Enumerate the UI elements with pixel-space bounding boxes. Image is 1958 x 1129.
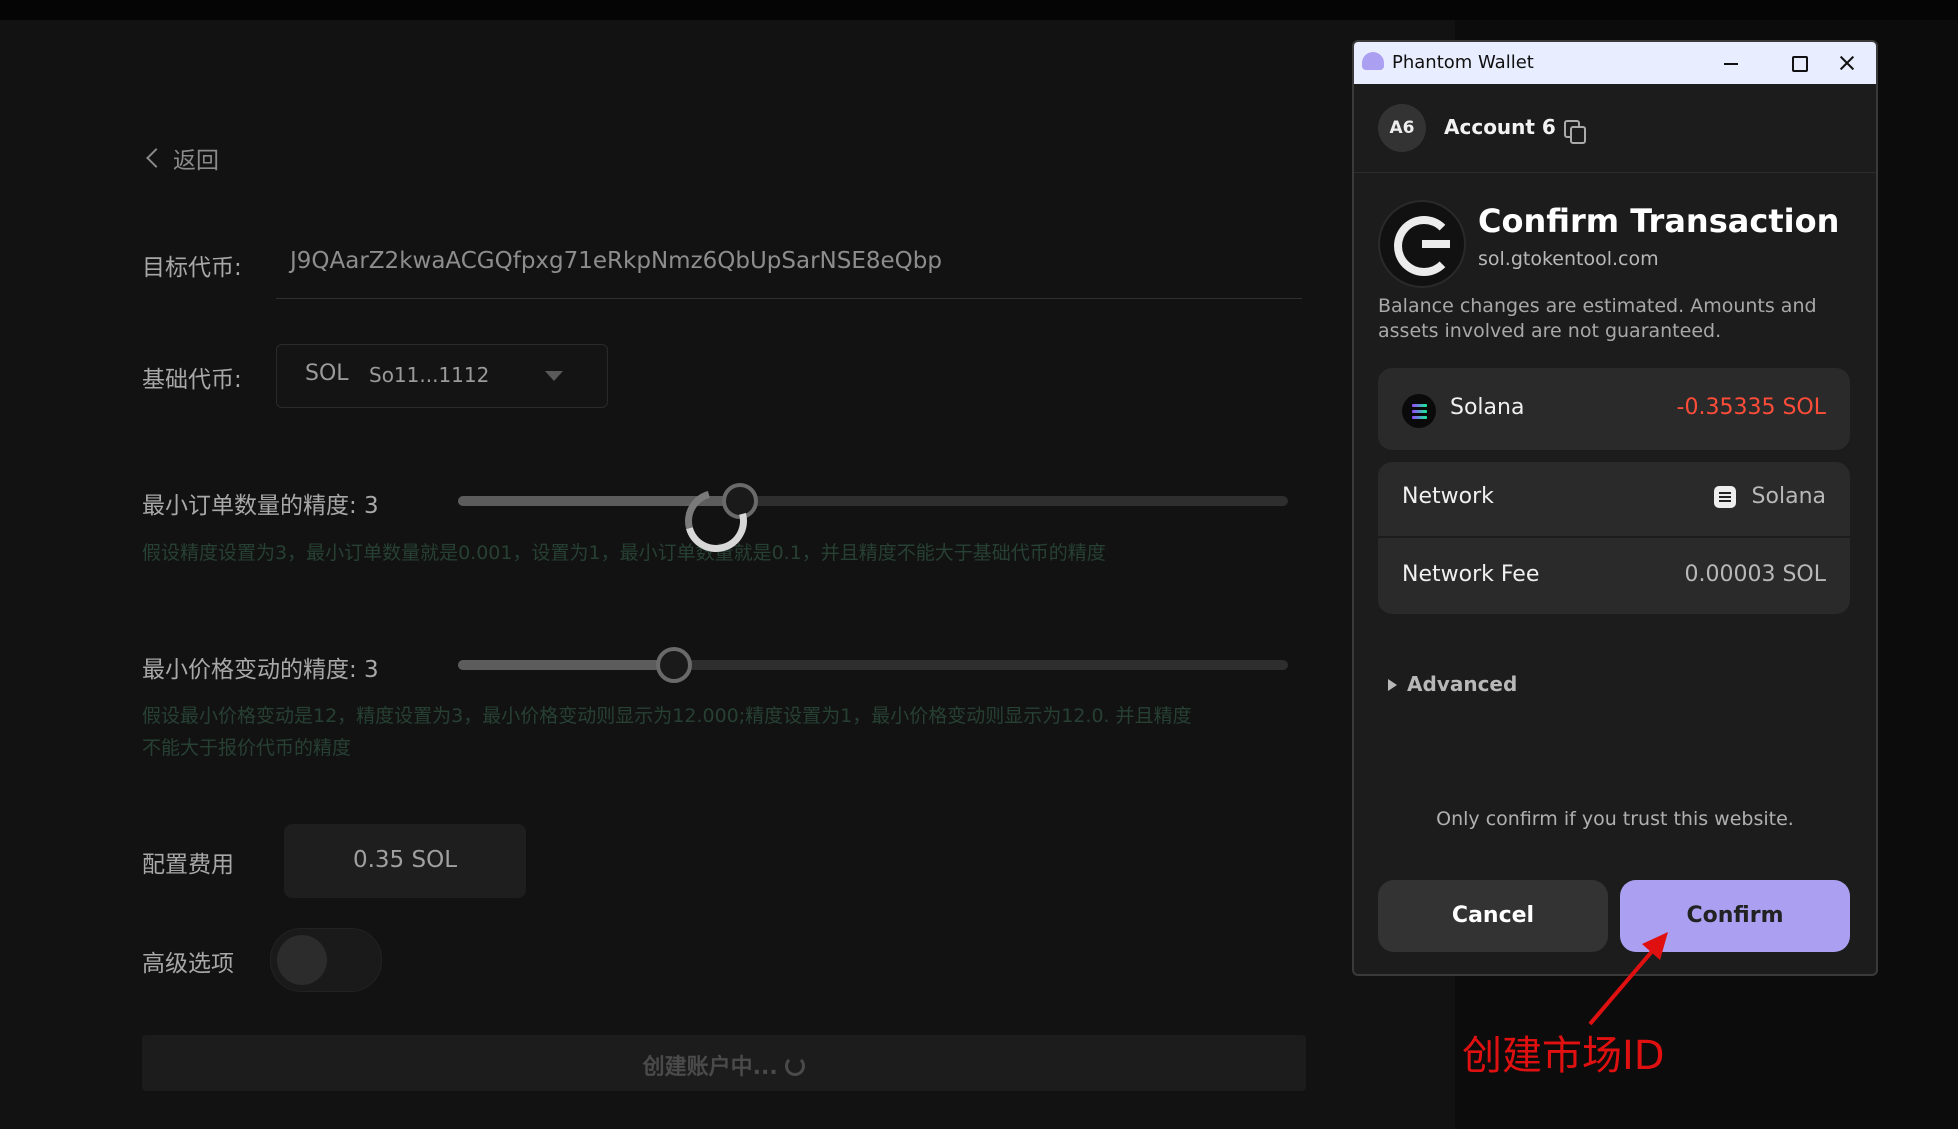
annotation-arrow-icon (1588, 932, 1668, 1026)
base-token-select[interactable]: SOL So11...1112 (276, 344, 608, 408)
copy-icon[interactable] (1564, 120, 1586, 144)
minimize-button[interactable] (1706, 42, 1756, 84)
close-button[interactable] (1822, 42, 1872, 84)
base-token-address: So11...1112 (369, 363, 490, 387)
network-label: Network (1402, 484, 1494, 509)
trust-warning: Only confirm if you trust this website. (1436, 808, 1794, 830)
loading-spinner-small-icon (785, 1056, 806, 1076)
window-titlebar: Phantom Wallet (1354, 42, 1876, 84)
solana-icon (1402, 394, 1436, 428)
maximize-icon (1792, 56, 1808, 72)
balance-change-card: Solana -0.35335 SOL (1378, 368, 1850, 450)
account-avatar: A6 (1378, 104, 1426, 152)
fee-value: 0.35 SOL (352, 847, 458, 873)
site-domain: sol.gtokentool.com (1478, 248, 1659, 270)
network-details-card: Network Solana Network Fee 0.00003 SOL (1378, 462, 1850, 614)
asset-name: Solana (1450, 395, 1525, 420)
base-token-label: 基础代币: (142, 367, 242, 393)
triangle-right-icon (1388, 679, 1397, 691)
asset-change: -0.35335 SOL (1676, 395, 1826, 420)
window-title: Phantom Wallet (1392, 52, 1534, 73)
account-name: Account 6 (1444, 115, 1556, 139)
price-precision-label: 最小价格变动的精度: 3 (142, 657, 379, 683)
advanced-options-toggle[interactable] (270, 928, 382, 992)
advanced-toggle[interactable]: Advanced (1388, 672, 1517, 696)
price-precision-hint-line2: 不能大于报价代币的精度 (142, 737, 352, 759)
toggle-knob (277, 935, 327, 985)
order-precision-label: 最小订单数量的精度: 3 (142, 493, 379, 519)
price-precision-fill (458, 660, 676, 670)
network-fee-value: 0.00003 SOL (1684, 562, 1826, 587)
fee-value-box: 0.35 SOL (284, 824, 526, 898)
phantom-wallet-window: Phantom Wallet A6 Account 6 Confirm Tran… (1352, 40, 1878, 976)
card-divider (1378, 536, 1850, 538)
advanced-options-label: 高级选项 (142, 951, 234, 977)
order-precision-hint: 假设精度设置为3，最小订单数量就是0.001，设置为1，最小订单数量就是0.1，… (142, 542, 1106, 564)
phantom-logo-icon (1362, 52, 1384, 70)
create-account-label: 创建账户中... (142, 1049, 1306, 1081)
annotation-label: 创建市场ID (1462, 1033, 1665, 1079)
back-label: 返回 (173, 148, 219, 174)
order-precision-slider[interactable] (458, 496, 1288, 506)
maximize-button[interactable] (1774, 42, 1824, 84)
price-precision-hint-line1: 假设最小价格变动是12，精度设置为3，最小价格变动则显示为12.000;精度设置… (142, 705, 1192, 727)
confirm-transaction-title: Confirm Transaction (1478, 202, 1840, 240)
minimize-icon (1724, 63, 1738, 65)
site-logo-icon (1378, 200, 1466, 288)
chevron-left-icon (146, 148, 166, 168)
back-link[interactable]: 返回 (143, 141, 219, 175)
target-token-input[interactable]: J9QAarZ2kwaACGQfpxg71eRkpNmz6QbUpSarNSE8… (276, 240, 1302, 299)
top-strip (0, 0, 1958, 20)
solana-network-icon (1714, 486, 1736, 508)
target-token-value: J9QAarZ2kwaACGQfpxg71eRkpNmz6QbUpSarNSE8… (290, 248, 942, 274)
balance-note: Balance changes are estimated. Amounts a… (1378, 295, 1817, 342)
target-token-label: 目标代币: (142, 255, 242, 281)
base-token-symbol: SOL (305, 361, 349, 386)
create-account-button[interactable]: 创建账户中... (142, 1035, 1306, 1091)
price-precision-thumb[interactable] (656, 647, 692, 683)
fee-label: 配置费用 (142, 852, 234, 878)
caret-down-icon (545, 371, 563, 381)
price-precision-slider[interactable] (458, 660, 1288, 670)
network-value: Solana (1751, 484, 1826, 509)
account-bar (1354, 84, 1876, 173)
network-fee-label: Network Fee (1402, 562, 1540, 587)
